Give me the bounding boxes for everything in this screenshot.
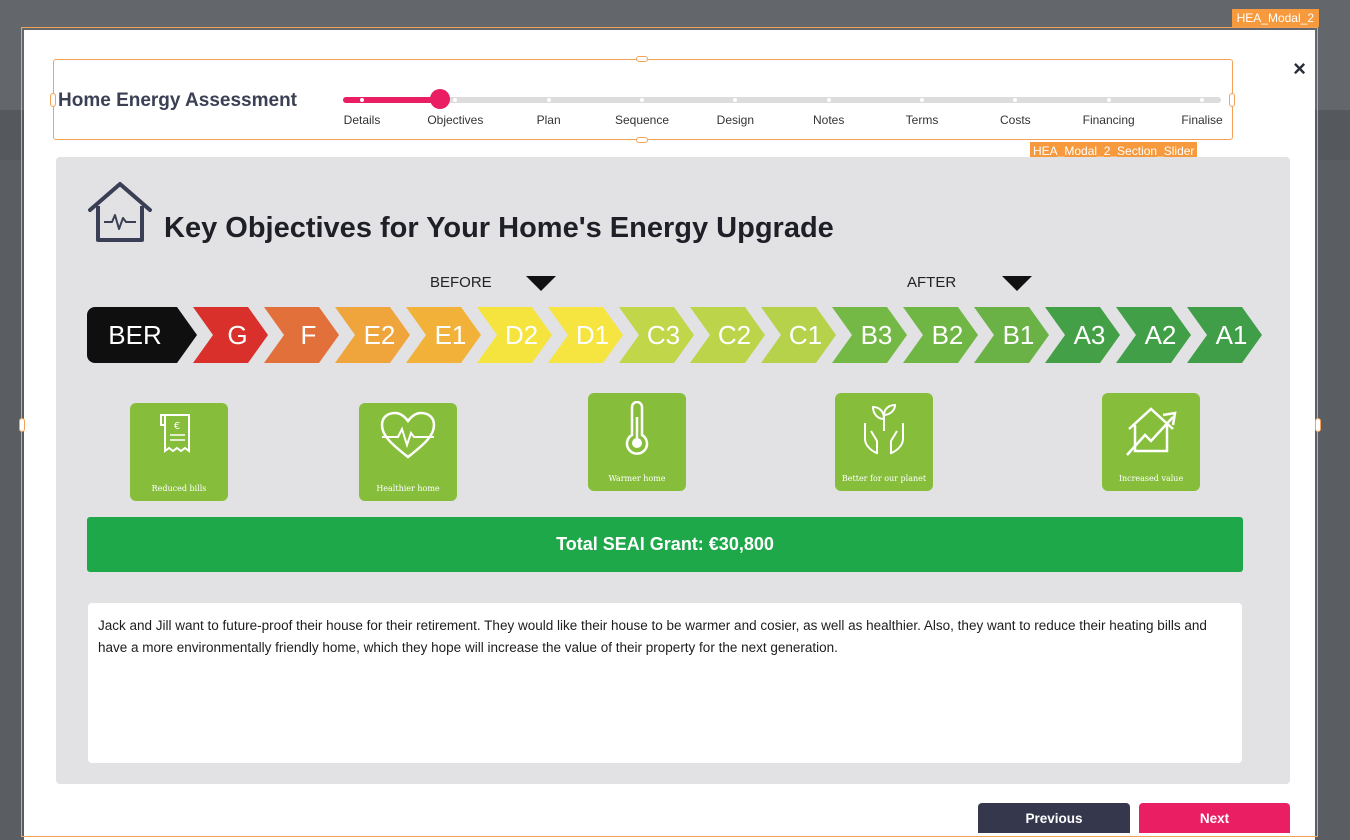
- ber-band-a2: A2: [1116, 307, 1191, 363]
- step-tick: [920, 98, 924, 102]
- before-arrow-icon: [526, 276, 556, 291]
- progress-fill: [343, 97, 440, 103]
- ber-band-ber: BER: [87, 307, 197, 363]
- after-label: AFTER: [907, 274, 957, 291]
- ber-band-f: F: [264, 307, 339, 363]
- objective-label: Better for our planet: [841, 474, 927, 483]
- ber-band-b1: B1: [974, 307, 1049, 363]
- before-label: BEFORE: [430, 274, 492, 291]
- next-button[interactable]: Next: [1139, 803, 1290, 833]
- receipt-euro-icon: €: [160, 414, 190, 453]
- step-tick: [826, 98, 831, 102]
- objective-tile-better-planet: Better for our planet: [835, 393, 933, 491]
- heart-pulse-icon: [380, 411, 436, 459]
- modal-handle-right[interactable]: [1315, 418, 1321, 432]
- step-tick: [640, 98, 644, 102]
- house-growth-icon: [1126, 407, 1177, 456]
- step-details[interactable]: Details: [344, 113, 381, 127]
- ber-rating-scale: BER G F E2 E1 D2 D1 C3 C2 C1 B3 B2 B1 A3 A2 A1: [87, 307, 1247, 363]
- objective-tile-healthier-home: Healthier home: [359, 403, 457, 501]
- step-tick: [360, 98, 364, 102]
- close-icon[interactable]: ×: [1293, 58, 1306, 80]
- step-plan[interactable]: Plan: [537, 113, 561, 127]
- ber-band-c1: C1: [761, 307, 836, 363]
- ber-band-d2: D2: [477, 307, 552, 363]
- objective-label: Warmer home: [608, 474, 666, 483]
- thermometer-icon: [625, 401, 649, 455]
- step-sequence[interactable]: Sequence: [615, 113, 669, 127]
- step-costs[interactable]: Costs: [1000, 113, 1031, 127]
- ber-band-b2: B2: [903, 307, 978, 363]
- ber-band-e2: E2: [335, 307, 410, 363]
- hands-plant-icon: [864, 403, 904, 455]
- objective-tile-reduced-bills: € Reduced bills: [130, 403, 228, 501]
- previous-button[interactable]: Previous: [978, 803, 1130, 833]
- modal-handle-left[interactable]: [19, 418, 25, 432]
- step-tick: [1106, 98, 1111, 102]
- house-heartbeat-icon: [88, 182, 152, 242]
- step-objectives[interactable]: Objectives: [427, 113, 483, 127]
- after-arrow-icon: [1002, 276, 1032, 291]
- resize-handle-left[interactable]: [50, 93, 56, 107]
- objective-label: Healthier home: [376, 484, 440, 493]
- objectives-notes-textarea[interactable]: Jack and Jill want to future-proof their…: [88, 603, 1242, 763]
- ber-band-e1: E1: [406, 307, 481, 363]
- resize-handle-top[interactable]: [636, 56, 648, 62]
- panel-title: Key Objectives for Your Home's Energy Up…: [164, 212, 834, 244]
- ber-band-b3: B3: [832, 307, 907, 363]
- slider-title: Home Energy Assessment: [58, 90, 298, 111]
- step-notes[interactable]: Notes: [813, 113, 844, 127]
- grant-total-banner: Total SEAI Grant: €30,800: [87, 517, 1243, 572]
- ber-band-a3: A3: [1045, 307, 1120, 363]
- step-tick: [1200, 98, 1204, 102]
- objective-tile-increased-value: Increased value: [1102, 393, 1200, 491]
- resize-handle-bottom[interactable]: [636, 137, 648, 143]
- ber-band-g: G: [193, 307, 268, 363]
- objective-tile-warmer-home: Warmer home: [588, 393, 686, 491]
- objective-label: Increased value: [1118, 474, 1184, 483]
- progress-knob[interactable]: [430, 89, 450, 109]
- ber-band-d1: D1: [548, 307, 623, 363]
- progress-track[interactable]: [343, 97, 1221, 103]
- step-financing[interactable]: Financing: [1083, 113, 1135, 127]
- svg-text:€: €: [174, 421, 180, 432]
- step-finalise[interactable]: Finalise: [1181, 113, 1222, 127]
- ber-band-c2: C2: [690, 307, 765, 363]
- objective-label: Reduced bills: [151, 484, 207, 493]
- modal-debug-tag: HEA_Modal_2: [1231, 9, 1319, 27]
- step-tick: [546, 98, 551, 102]
- resize-handle-right[interactable]: [1229, 93, 1235, 107]
- step-terms[interactable]: Terms: [906, 113, 939, 127]
- ber-band-c3: C3: [619, 307, 694, 363]
- step-design[interactable]: Design: [717, 113, 754, 127]
